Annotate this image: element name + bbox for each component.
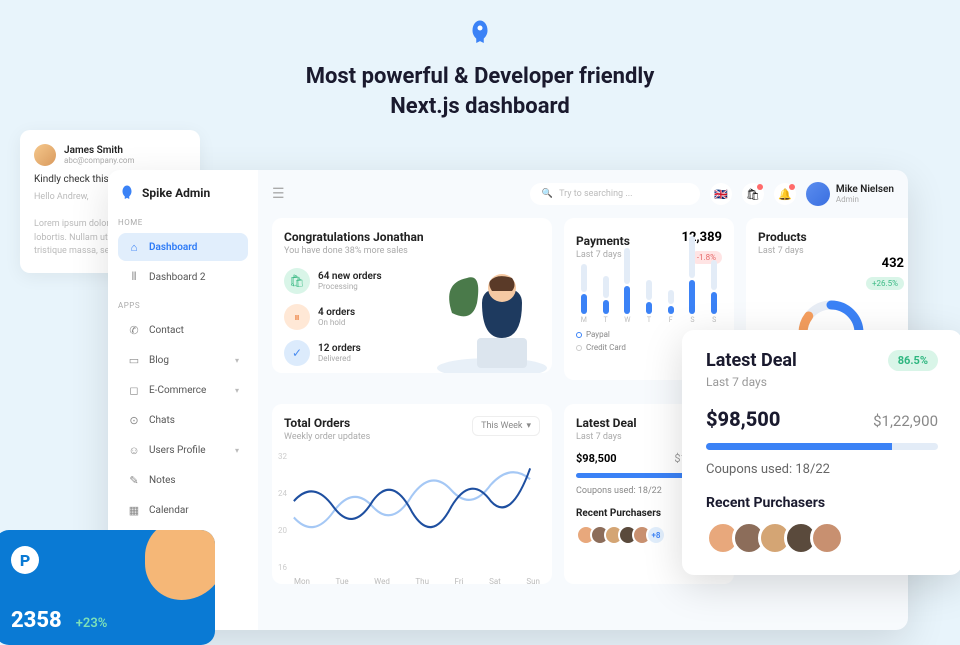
check-icon: ✓ xyxy=(284,340,310,366)
user-menu[interactable]: Mike NielsenAdmin xyxy=(806,182,894,206)
menu-icon[interactable]: ☰ xyxy=(272,186,285,202)
bell-icon[interactable]: 🔔 xyxy=(774,183,796,205)
topbar: ☰ 🔍Try to searching ... 🇬🇧 🛍 🔔 Mike Niel… xyxy=(272,182,894,206)
search-icon: 🔍 xyxy=(542,189,553,199)
hero-title: Most powerful & Developer friendlyNext.j… xyxy=(0,62,960,121)
congratulations-card: Congratulations Jonathan You have done 3… xyxy=(272,218,552,373)
chevron-down-icon: ▾ xyxy=(235,356,239,365)
person-illustration xyxy=(422,253,552,373)
cart-icon: ◻ xyxy=(127,383,141,397)
sidebar-item-notes[interactable]: ✎Notes xyxy=(118,466,248,494)
language-icon[interactable]: 🇬🇧 xyxy=(710,183,732,205)
more-avatars[interactable]: +8 xyxy=(646,525,666,545)
sidebar-item-contact[interactable]: ✆Contact xyxy=(118,316,248,344)
brand: Spike Admin xyxy=(118,184,248,202)
latest-deal-overlay: Latest Deal86.5% Last 7 days $98,500$1,2… xyxy=(682,330,960,575)
home-icon: ⌂ xyxy=(127,240,141,254)
email-sender: James Smith xyxy=(64,145,134,156)
pause-icon: ⏸ xyxy=(284,304,310,330)
sidebar-item-users[interactable]: ☺Users Profile▾ xyxy=(118,436,248,464)
chevron-down-icon: ▾ xyxy=(235,386,239,395)
sidebar-item-chats[interactable]: ⊙Chats xyxy=(118,406,248,434)
phone-icon: ✆ xyxy=(127,323,141,337)
calendar-icon: ▦ xyxy=(127,503,141,517)
avatar xyxy=(806,182,830,206)
avatar xyxy=(34,144,56,166)
sidebar-item-calendar[interactable]: ▦Calendar xyxy=(118,496,248,524)
blog-icon: ▭ xyxy=(127,353,141,367)
chart-icon: ⫴ xyxy=(127,270,141,284)
user-icon: ☺ xyxy=(127,443,141,457)
sidebar-item-blog[interactable]: ▭Blog▾ xyxy=(118,346,248,374)
chevron-down-icon: ▾ xyxy=(235,446,239,455)
cart-icon[interactable]: 🛍 xyxy=(742,183,764,205)
sidebar-item-dashboard2[interactable]: ⫴Dashboard 2 xyxy=(118,263,248,291)
chevron-down-icon: ▾ xyxy=(526,421,531,431)
sidebar-item-dashboard[interactable]: ⌂Dashboard xyxy=(118,233,248,261)
orders-line-chart: 32242016 MonTueWedThuFriSatSun xyxy=(284,452,540,572)
note-icon: ✎ xyxy=(127,473,141,487)
period-select[interactable]: This Week▾ xyxy=(472,416,540,436)
p-icon: P xyxy=(11,546,39,574)
sidebar-item-ecommerce[interactable]: ◻E-Commerce▾ xyxy=(118,376,248,404)
bag-icon: 🛍 xyxy=(284,268,310,294)
search-input[interactable]: 🔍Try to searching ... xyxy=(530,183,700,205)
rocket-icon xyxy=(465,18,495,52)
total-orders-card: Total OrdersWeekly order updates This We… xyxy=(272,404,552,584)
avatar xyxy=(810,521,844,555)
payments-bar-chart: M T W T F S S xyxy=(576,276,722,324)
stat-card-blue: P 2358+23% xyxy=(0,530,215,645)
chat-icon: ⊙ xyxy=(127,413,141,427)
